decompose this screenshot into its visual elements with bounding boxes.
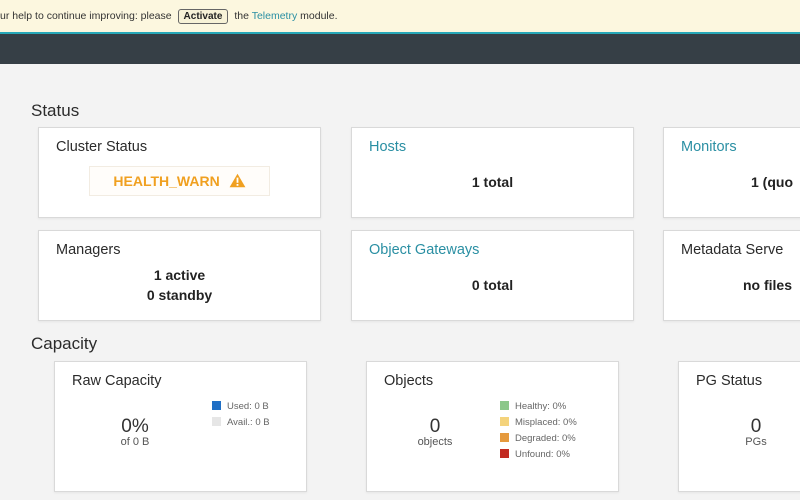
legend-item-used: Used: 0 B <box>212 399 270 415</box>
unfound-swatch <box>500 449 509 458</box>
banner-text-after: module. <box>300 10 338 22</box>
metadata-servers-card: Metadata Serve no files <box>663 230 800 321</box>
raw-capacity-legend: Used: 0 B Avail.: 0 B <box>212 399 270 431</box>
raw-capacity-card: Raw Capacity 0% of 0 B Used: 0 B Avail.:… <box>54 361 307 492</box>
managers-card: Managers 1 active 0 standby <box>38 230 321 321</box>
activate-button[interactable]: Activate <box>177 8 229 24</box>
monitors-card: Monitors 1 (quo <box>663 127 800 218</box>
legend-avail-label: Avail.: 0 B <box>227 417 270 428</box>
legend-item-misplaced: Misplaced: 0% <box>500 415 577 431</box>
hosts-link[interactable]: Hosts <box>369 139 406 155</box>
legend-item-avail: Avail.: 0 B <box>212 415 270 431</box>
telemetry-link[interactable]: Telemetry <box>252 10 298 22</box>
status-section-title: Status <box>31 101 80 120</box>
legend-unfound-label: Unfound: 0% <box>515 449 570 460</box>
pg-status-card: PG Status 0 PGs <box>678 361 800 492</box>
capacity-section-title: Capacity <box>31 334 98 353</box>
legend-item-degraded: Degraded: 0% <box>500 431 577 447</box>
legend-degraded-label: Degraded: 0% <box>515 433 576 444</box>
cluster-status-card: Cluster Status HEALTH_WARN <box>38 127 321 218</box>
objects-legend: Healthy: 0% Misplaced: 0% Degraded: 0% U… <box>500 399 577 463</box>
pg-count: 0 <box>750 416 762 437</box>
degraded-swatch <box>500 433 509 442</box>
objects-card: Objects 0 objects Healthy: 0% Misplaced:… <box>366 361 619 492</box>
banner-message: ur help to continue improving: please Ac… <box>0 0 338 32</box>
hosts-card: Hosts 1 total <box>351 127 634 218</box>
objects-count: 0 <box>429 416 441 437</box>
pg-status-title: PG Status <box>696 373 763 389</box>
managers-standby: 0 standby <box>146 287 213 303</box>
object-gateways-card: Object Gateways 0 total <box>351 230 634 321</box>
raw-capacity-total: of 0 B <box>120 436 150 448</box>
legend-used-label: Used: 0 B <box>227 401 269 412</box>
legend-item-unfound: Unfound: 0% <box>500 447 577 463</box>
avail-swatch <box>212 417 221 426</box>
top-navbar <box>0 32 800 64</box>
managers-active: 1 active <box>153 267 206 283</box>
used-swatch <box>212 401 221 410</box>
pg-count-label: PGs <box>745 436 767 448</box>
managers-title: Managers <box>56 242 121 258</box>
raw-capacity-title: Raw Capacity <box>72 373 162 389</box>
raw-capacity-percent: 0% <box>121 416 149 437</box>
metadata-servers-title: Metadata Serve <box>681 242 784 258</box>
warning-triangle-icon <box>229 169 246 197</box>
hosts-total: 1 total <box>471 174 514 190</box>
notification-banner: ur help to continue improving: please Ac… <box>0 0 800 33</box>
banner-text-before: ur help to continue improving: please <box>0 10 172 22</box>
health-status-badge: HEALTH_WARN <box>89 166 270 196</box>
legend-healthy-label: Healthy: 0% <box>515 401 567 412</box>
cluster-status-title: Cluster Status <box>56 139 148 155</box>
healthy-swatch <box>500 401 509 410</box>
monitors-quorum: 1 (quo <box>751 174 793 190</box>
legend-misplaced-label: Misplaced: 0% <box>515 417 577 428</box>
object-gateways-link[interactable]: Object Gateways <box>369 242 479 258</box>
misplaced-swatch <box>500 417 509 426</box>
monitors-link[interactable]: Monitors <box>681 139 737 155</box>
objects-title: Objects <box>384 373 434 389</box>
objects-count-label: objects <box>417 436 453 448</box>
legend-item-healthy: Healthy: 0% <box>500 399 577 415</box>
object-gateways-total: 0 total <box>471 277 514 293</box>
metadata-servers-value: no files <box>743 277 793 293</box>
banner-text-mid: the <box>234 10 249 22</box>
health-status-text: HEALTH_WARN <box>113 173 220 189</box>
